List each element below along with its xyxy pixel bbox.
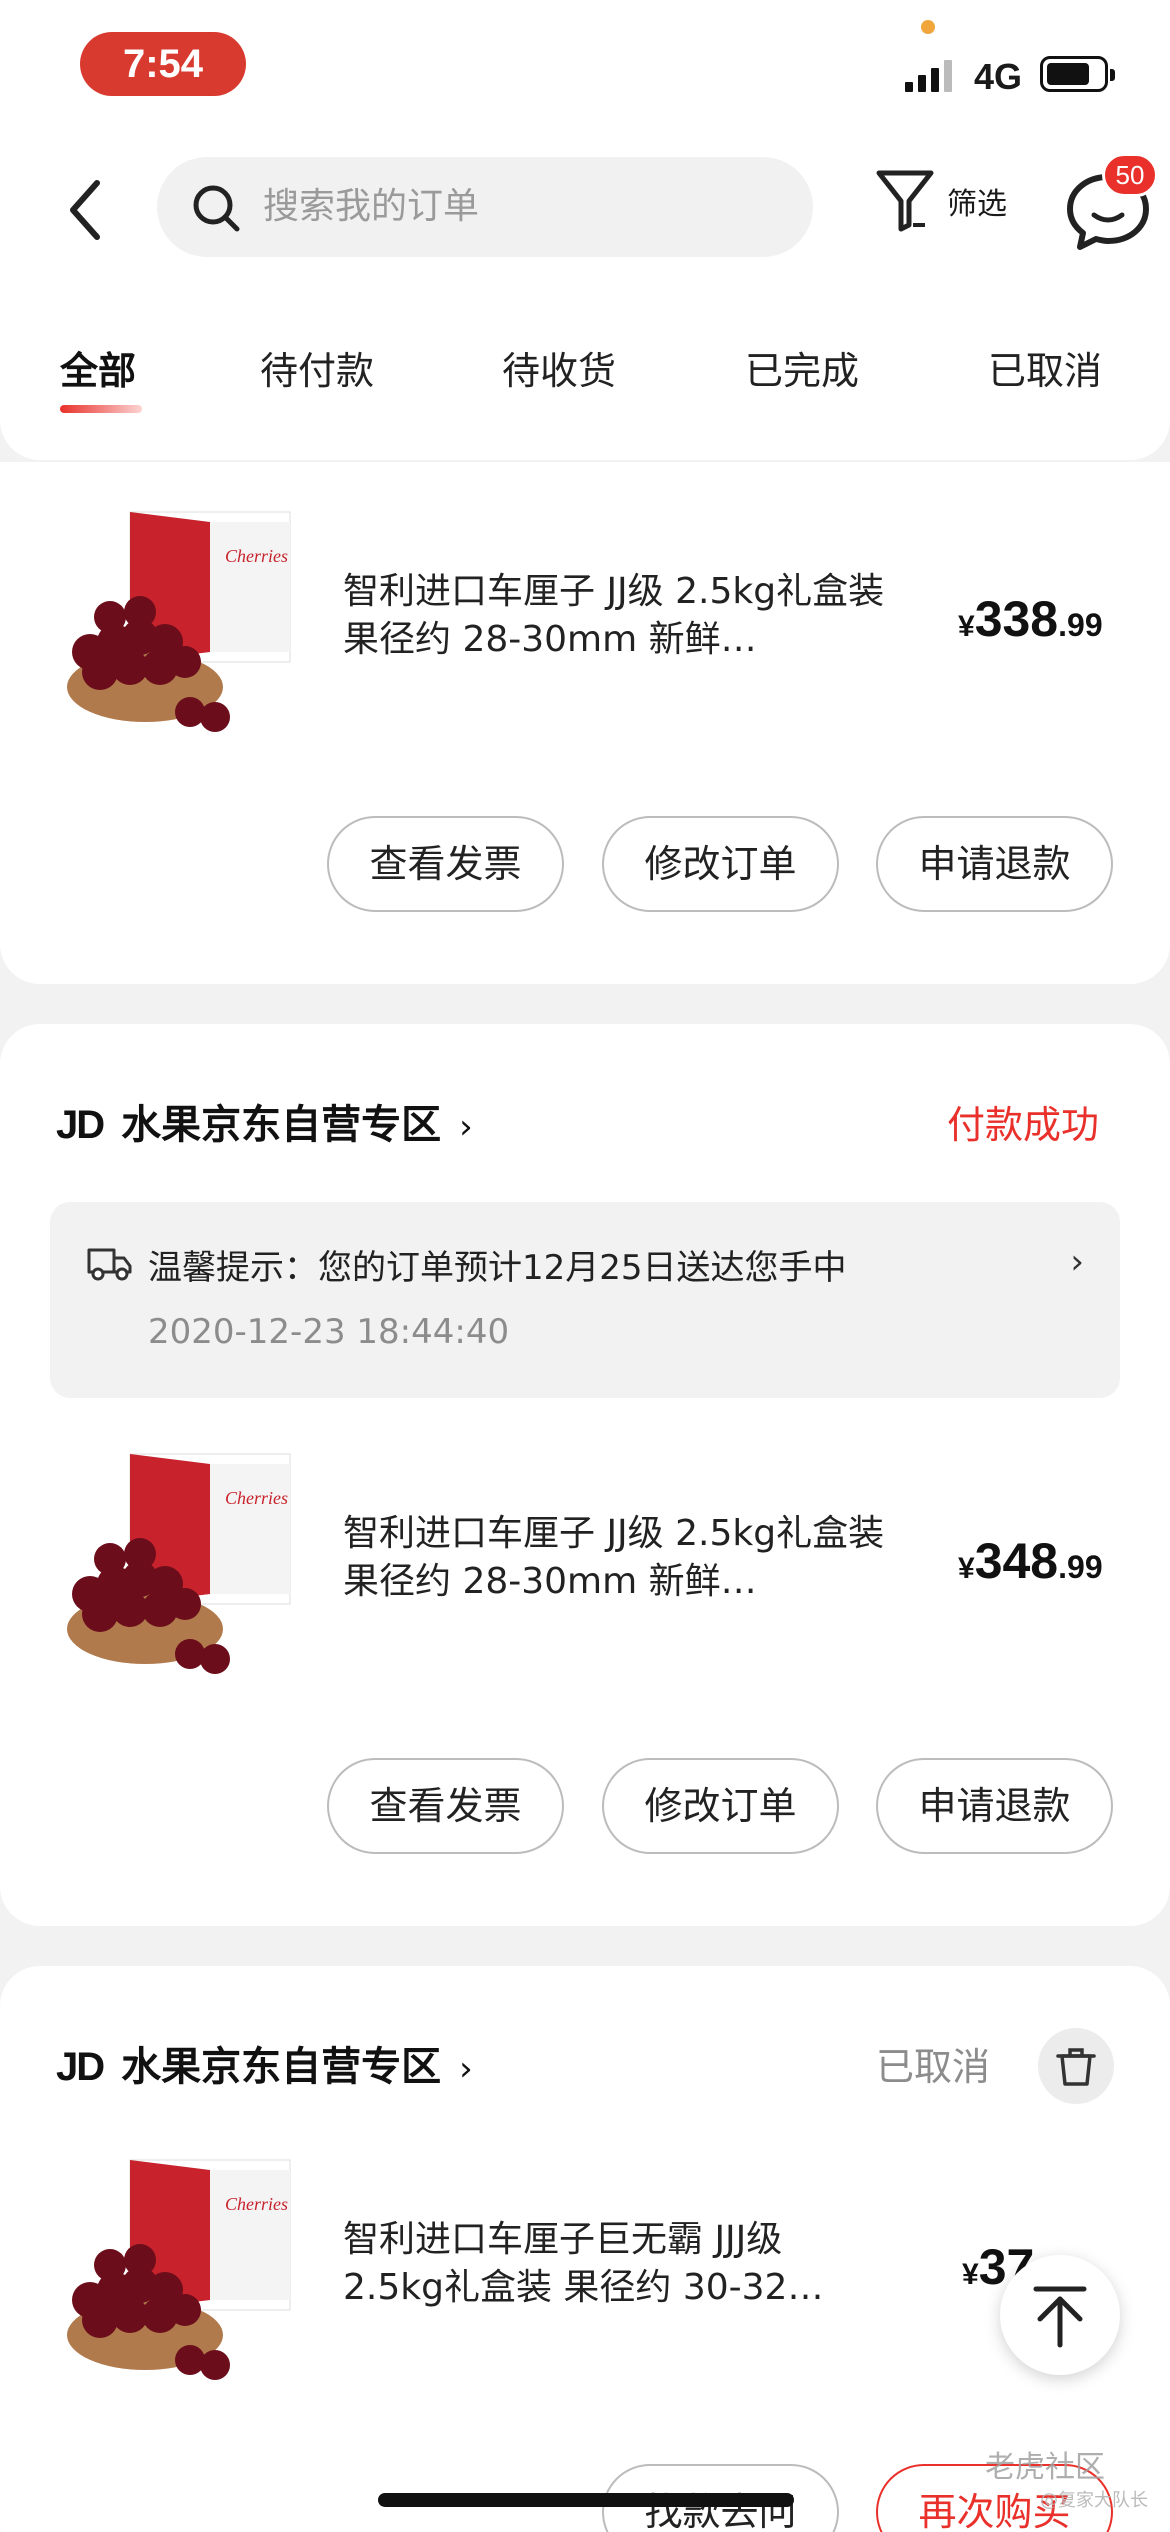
filter-icon <box>876 170 934 232</box>
tab-all[interactable]: 全部 <box>60 340 136 395</box>
order-tabs: 全部 待付款 待收货 已完成 已取消 <box>0 280 1170 460</box>
product-price: ¥348.99 <box>958 1533 1103 1589</box>
truck-icon <box>87 1248 132 1281</box>
delivery-tip[interactable]: 温馨提示：您的订单预计12月25日送达您手中 › 2020-12-23 18:4… <box>50 1202 1120 1398</box>
product-price: ¥338.99 <box>958 591 1103 647</box>
chevron-right-icon: › <box>459 1107 473 1147</box>
trash-icon <box>1056 2048 1096 2086</box>
tab-completed[interactable]: 已完成 <box>745 340 859 395</box>
arrow-up-icon <box>1033 2286 1087 2348</box>
view-invoice-button[interactable]: 查看发票 <box>327 1758 564 1854</box>
product-image[interactable]: Cherries <box>60 1444 300 1684</box>
filter-label: 筛选 <box>947 187 1007 222</box>
shop-name-row[interactable]: JD 水果京东自营专区 › <box>56 2034 473 2092</box>
active-tab-indicator <box>60 405 142 413</box>
back-to-top-button[interactable] <box>1000 2255 1120 2375</box>
svg-text:Cherries: Cherries <box>225 546 288 566</box>
delete-order-button[interactable] <box>1038 2028 1114 2104</box>
tab-pending-payment[interactable]: 待付款 <box>260 340 374 395</box>
status-bar: 7:54 4G <box>0 0 1170 135</box>
jd-logo: JD <box>56 2045 105 2089</box>
tab-pending-receipt[interactable]: 待收货 <box>502 340 616 395</box>
message-count-badge: 50 <box>1102 153 1158 197</box>
home-indicator[interactable] <box>378 2493 794 2507</box>
product-name[interactable]: 智利进口车厘子 JJ级 2.5kg礼盒装 果径约 28-30mm 新鲜… <box>343 568 903 664</box>
jd-logo: JD <box>56 1103 105 1147</box>
status-time: 7:54 <box>80 32 246 96</box>
chevron-right-icon: › <box>459 2049 473 2089</box>
product-name[interactable]: 智利进口车厘子 JJ级 2.5kg礼盒装 果径约 28-30mm 新鲜… <box>343 1510 903 1606</box>
request-refund-button[interactable]: 申请退款 <box>876 1758 1113 1854</box>
view-invoice-button[interactable]: 查看发票 <box>327 816 564 912</box>
search-icon <box>193 185 240 232</box>
modify-order-button[interactable]: 修改订单 <box>602 816 839 912</box>
order-card: JD 水果京东自营专区 › 付款成功 温馨提示：您的订单预计12月25日送达您手中 … <box>0 1024 1170 1926</box>
order-card: Cherries 智利进口车厘子 JJ级 2.5kg礼盒装 果径约 28-30m… <box>0 462 1170 984</box>
order-status: 付款成功 <box>947 1103 1100 1147</box>
search-placeholder: 搜索我的订单 <box>263 186 480 227</box>
search-input[interactable]: 搜索我的订单 <box>157 157 813 257</box>
back-icon[interactable] <box>55 165 125 255</box>
svg-text:Cherries: Cherries <box>225 1488 288 1508</box>
svg-text:Cherries: Cherries <box>225 2194 288 2214</box>
chevron-right-icon: › <box>1070 1242 1084 1282</box>
order-status: 已取消 <box>876 2045 991 2089</box>
shop-name: 水果京东自营专区 <box>121 2044 442 2090</box>
battery-icon <box>1040 56 1115 92</box>
watermark-handle: @复家大队长 <box>1040 2490 1148 2511</box>
delivery-tip-text: 温馨提示：您的订单预计12月25日送达您手中 <box>148 1248 847 1288</box>
product-image[interactable]: Cherries <box>60 502 300 742</box>
order-timestamp: 2020-12-23 18:44:40 <box>148 1312 510 1352</box>
shop-name-row[interactable]: JD 水果京东自营专区 › <box>56 1092 473 1150</box>
header: 搜索我的订单 筛选 50 <box>0 135 1170 280</box>
tab-cancelled[interactable]: 已取消 <box>988 340 1102 395</box>
shop-name: 水果京东自营专区 <box>121 1102 442 1148</box>
product-name[interactable]: 智利进口车厘子巨无霸 JJJ级 2.5kg礼盒装 果径约 30-32… <box>343 2216 883 2312</box>
product-image[interactable]: Cherries <box>60 2150 300 2390</box>
request-refund-button[interactable]: 申请退款 <box>876 816 1113 912</box>
camera-indicator-dot <box>921 20 935 34</box>
signal-icon <box>905 60 952 92</box>
network-type: 4G <box>974 56 1023 97</box>
filter-button[interactable]: 筛选 <box>873 165 1033 245</box>
modify-order-button[interactable]: 修改订单 <box>602 1758 839 1854</box>
watermark: 老虎社区 <box>985 2450 1105 2485</box>
